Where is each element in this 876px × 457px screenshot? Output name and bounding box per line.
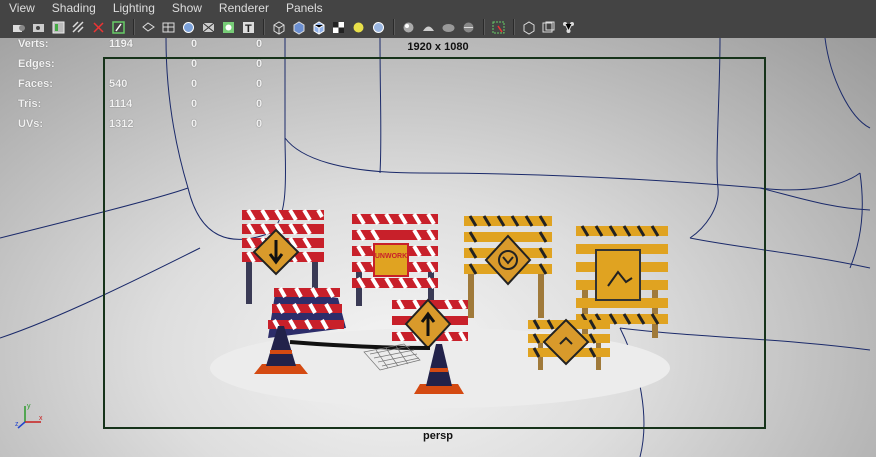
hud-row-faces: Faces: 540 0 0	[18, 78, 278, 98]
checker-texture-icon[interactable]	[330, 19, 347, 36]
shade-all-icon[interactable]	[180, 19, 197, 36]
hud-value: 1312	[109, 118, 134, 130]
toolbar-separator	[133, 19, 135, 35]
menu-bar: View Shading Lighting Show Renderer Pane…	[0, 0, 876, 16]
hud-label: Edges:	[18, 58, 55, 70]
snapshot-icon[interactable]	[90, 19, 107, 36]
bookmark-camera-icon[interactable]	[30, 19, 47, 36]
texture-icon[interactable]	[220, 19, 237, 36]
hud-value: 0	[191, 118, 198, 130]
smooth-shade-icon[interactable]	[160, 19, 177, 36]
menu-renderer[interactable]: Renderer	[210, 0, 277, 16]
anti-alias-icon[interactable]	[460, 19, 477, 36]
hud-value: 0	[191, 98, 198, 110]
hud-value: 0	[191, 38, 198, 50]
menu-view[interactable]: View	[0, 0, 43, 16]
hud-value: 0	[256, 58, 263, 70]
hud-row-uvs: UVs: 1312 0 0	[18, 118, 278, 138]
perspective-viewport[interactable]: UNWORK 1920 x 1080 persp Verts: 1194 0 0…	[0, 38, 876, 457]
hud-value: 0	[256, 38, 263, 50]
xray-icon[interactable]	[200, 19, 217, 36]
wireframe-icon[interactable]	[140, 19, 157, 36]
hud-value: 1194	[109, 38, 133, 50]
svg-text:T: T	[245, 23, 252, 35]
shaded-cube-icon[interactable]	[290, 19, 307, 36]
camera-attributes-icon[interactable]	[10, 19, 27, 36]
all-lights-icon[interactable]	[370, 19, 387, 36]
xray-active-icon[interactable]	[520, 19, 537, 36]
hud-value: 540	[109, 78, 128, 90]
grid-toggle-icon[interactable]	[70, 19, 87, 36]
poly-count-hud: Verts: 1194 0 0 Edges: 0 0 Faces: 540 0 0 Tris: 1…	[18, 38, 278, 138]
hud-value: 0	[256, 98, 263, 110]
hud-value: 0	[191, 58, 198, 70]
hypershade-icon[interactable]	[560, 19, 577, 36]
hud-row-tris: Tris: 1114 0 0	[18, 98, 278, 118]
view-axis-icon: y x z	[15, 403, 43, 429]
menu-panels[interactable]: Panels	[277, 0, 331, 16]
hud-row-verts: Verts: 1194 0 0	[18, 38, 278, 58]
toolbar-separator	[393, 19, 395, 35]
shadows-icon[interactable]	[400, 19, 417, 36]
hud-label: UVs:	[18, 118, 44, 130]
svg-text:z: z	[15, 421, 19, 428]
hud-label: Faces:	[18, 78, 53, 90]
text-icon[interactable]: T	[240, 19, 257, 36]
hud-label: Tris:	[18, 98, 42, 110]
hud-value: 0	[256, 78, 263, 90]
toolbar-separator	[263, 19, 265, 35]
menu-shading[interactable]: Shading	[43, 0, 104, 16]
menu-lighting[interactable]: Lighting	[104, 0, 163, 16]
screen-ao-icon[interactable]	[420, 19, 437, 36]
menu-show[interactable]: Show	[163, 0, 210, 16]
hud-row-edges: Edges: 0 0	[18, 58, 278, 78]
film-gate-icon[interactable]	[110, 19, 127, 36]
svg-text:x: x	[39, 415, 43, 422]
hud-value: 0	[191, 78, 198, 90]
image-plane-icon[interactable]	[50, 19, 67, 36]
xray-joints-icon[interactable]	[540, 19, 557, 36]
wire-on-shaded-icon[interactable]	[310, 19, 327, 36]
hud-value: 0	[256, 118, 263, 130]
panel-toolbar: T	[0, 16, 876, 38]
default-light-icon[interactable]	[350, 19, 367, 36]
camera-name-label: persp	[423, 430, 453, 442]
wireframe-cube-icon[interactable]	[270, 19, 287, 36]
isolate-select-icon[interactable]	[490, 19, 507, 36]
toolbar-separator	[483, 19, 485, 35]
motion-blur-icon[interactable]	[440, 19, 457, 36]
hud-label: Verts:	[18, 38, 49, 50]
hud-value: 1114	[109, 98, 133, 110]
toolbar-separator	[513, 19, 515, 35]
svg-text:y: y	[27, 403, 31, 410]
